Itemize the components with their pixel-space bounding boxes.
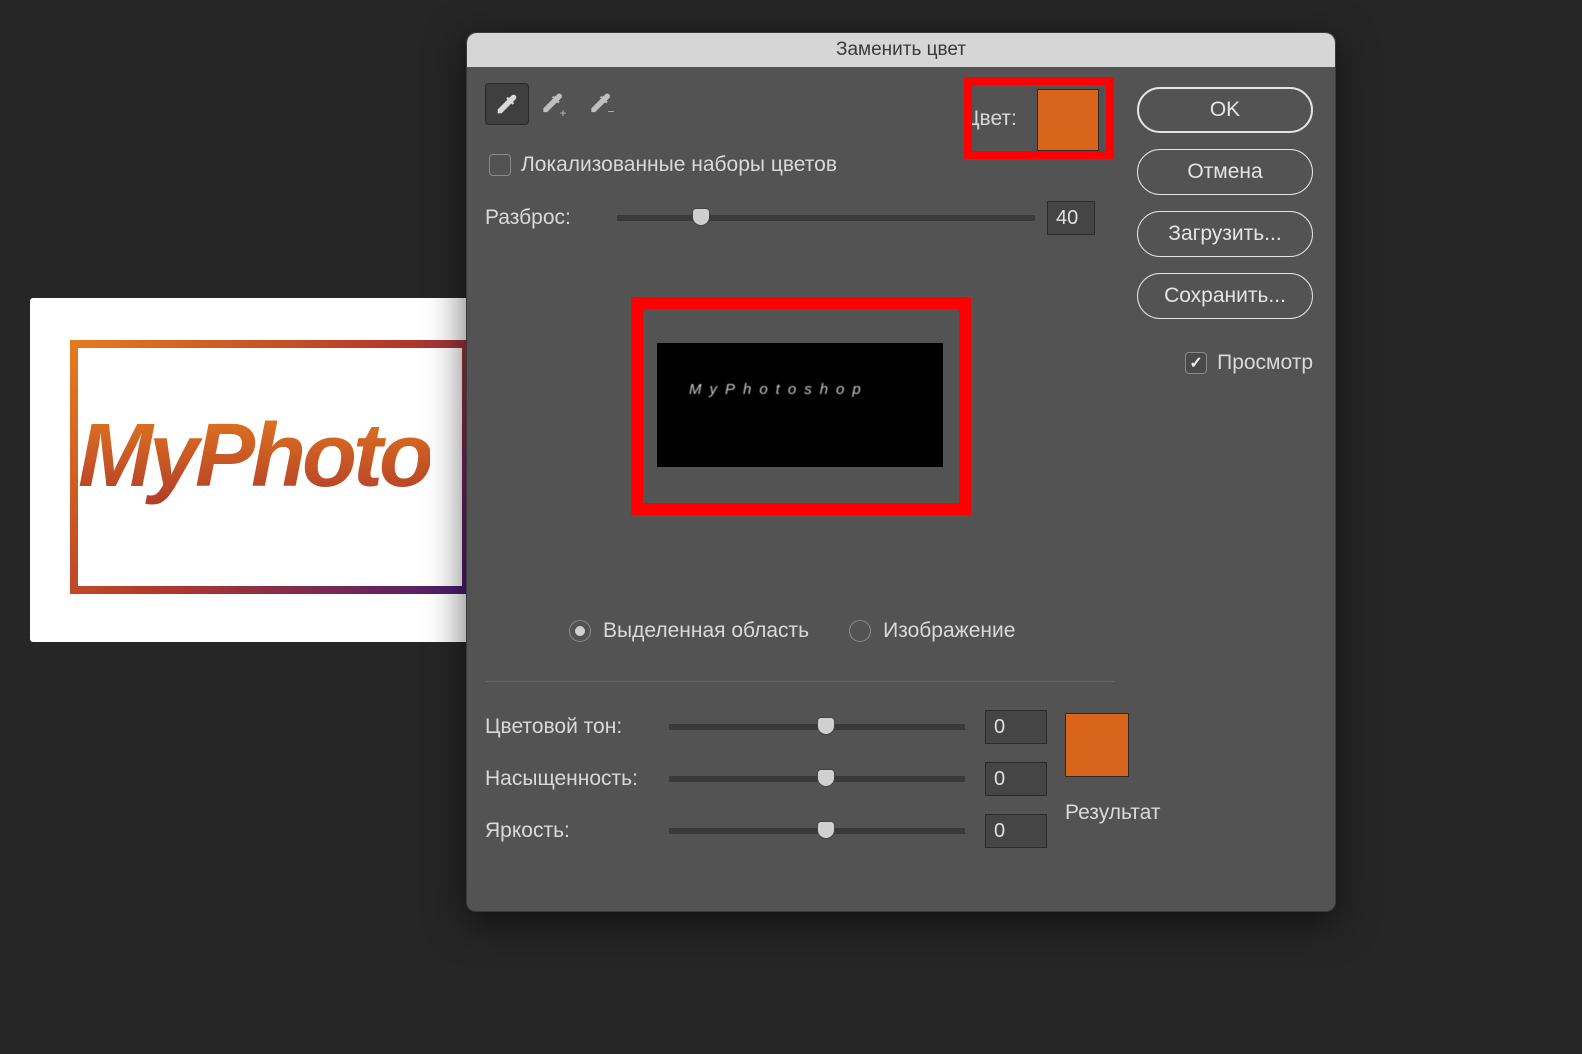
fuzziness-slider[interactable] — [617, 215, 1035, 221]
save-button[interactable]: Сохранить... — [1137, 273, 1313, 319]
saturation-row: Насыщенность: — [485, 753, 1047, 805]
ok-button[interactable]: OK — [1137, 87, 1313, 133]
hue-row: Цветовой тон: — [485, 701, 1047, 753]
preview-checkbox[interactable] — [1185, 352, 1207, 374]
fuzziness-row: Разброс: — [485, 201, 1095, 235]
preview-mode-image[interactable]: Изображение — [849, 619, 1015, 643]
replacement-block: Цветовой тон: Насыщенность: Яркость: — [485, 701, 1047, 857]
result-color-swatch[interactable] — [1065, 713, 1129, 777]
lightness-input[interactable] — [985, 814, 1047, 848]
hue-thumb[interactable] — [817, 717, 835, 735]
dialog-title-bar: Заменить цвет — [467, 33, 1335, 67]
load-button[interactable]: Загрузить... — [1137, 211, 1313, 257]
cancel-button[interactable]: Отмена — [1137, 149, 1313, 195]
preview-mode-row: Выделенная область Изображение — [569, 619, 1015, 643]
eyedropper-tools: + − — [485, 83, 625, 125]
eyedropper-minus-icon: − — [589, 90, 617, 118]
localized-clusters-checkbox[interactable] — [489, 154, 511, 176]
source-color-swatch[interactable] — [1037, 89, 1099, 151]
saturation-slider[interactable] — [669, 776, 965, 782]
eyedropper-button[interactable] — [485, 83, 529, 125]
lightness-slider[interactable] — [669, 828, 965, 834]
lightness-label: Яркость: — [485, 819, 657, 843]
localized-clusters-label: Локализованные наборы цветов — [521, 153, 837, 177]
replace-color-dialog: Заменить цвет + − Цвет: Локализованные н… — [466, 32, 1336, 912]
hue-slider[interactable] — [669, 724, 965, 730]
saturation-label: Насыщенность: — [485, 767, 657, 791]
svg-text:+: + — [560, 107, 567, 118]
lightness-row: Яркость: — [485, 805, 1047, 857]
radio-label-image: Изображение — [883, 619, 1015, 643]
fuzziness-input[interactable] — [1047, 201, 1095, 235]
hue-input[interactable] — [985, 710, 1047, 744]
radio-label-selection: Выделенная область — [603, 619, 809, 643]
result-label: Результат — [1065, 801, 1161, 825]
saturation-thumb[interactable] — [817, 769, 835, 787]
preview-checkbox-row: Просмотр — [1185, 351, 1313, 375]
lightness-thumb[interactable] — [817, 821, 835, 839]
fuzziness-thumb[interactable] — [692, 208, 710, 226]
preview-mode-selection[interactable]: Выделенная область — [569, 619, 809, 643]
preview-checkbox-label: Просмотр — [1217, 351, 1313, 375]
radio-icon — [849, 620, 871, 642]
localized-clusters-row: Локализованные наборы цветов — [489, 153, 837, 177]
logo-text: MyPhoto — [78, 405, 430, 508]
eyedropper-minus-button[interactable]: − — [581, 83, 625, 125]
eyedropper-plus-button[interactable]: + — [533, 83, 577, 125]
fuzziness-label: Разброс: — [485, 206, 605, 230]
divider — [485, 681, 1115, 682]
svg-text:−: − — [608, 106, 615, 118]
preview-mask-content: MyPhotoshop — [689, 381, 869, 398]
dialog-buttons: OK Отмена Загрузить... Сохранить... — [1137, 87, 1313, 319]
eyedropper-icon — [493, 90, 521, 118]
hue-label: Цветовой тон: — [485, 715, 657, 739]
saturation-input[interactable] — [985, 762, 1047, 796]
radio-icon — [569, 620, 591, 642]
eyedropper-plus-icon: + — [541, 90, 569, 118]
selection-preview[interactable] — [657, 343, 943, 467]
